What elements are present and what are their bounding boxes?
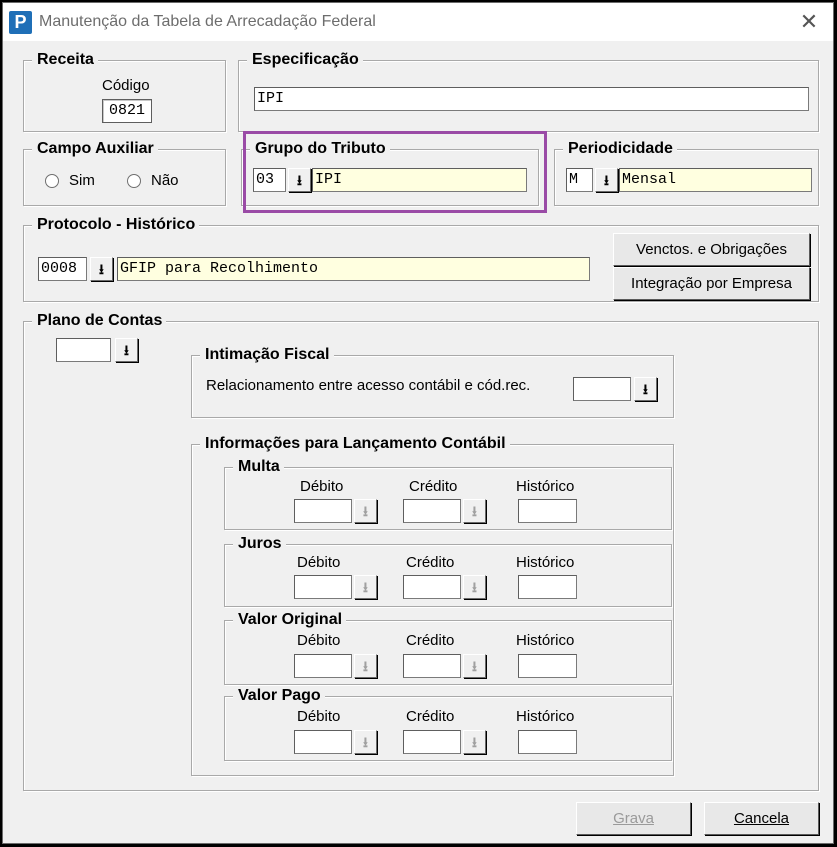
plano-contas-legend: Plano de Contas: [32, 311, 167, 331]
valor-original-credito-field[interactable]: [403, 654, 461, 678]
juros-credito-dropdown-icon[interactable]: ⭳: [463, 575, 486, 599]
periodicidade-legend: Periodicidade: [563, 139, 677, 159]
intimacao-fiscal-group: Intimação Fiscal Relacionamento entre ac…: [191, 345, 674, 418]
periodicidade-dropdown-icon[interactable]: ⭳: [595, 168, 618, 192]
valor-pago-historico-label: Histórico: [516, 708, 575, 725]
valor-original-credito-dropdown-icon[interactable]: ⭳: [463, 654, 486, 678]
especificacao-group: Especificação IPI: [238, 50, 819, 132]
multa-credito-dropdown-icon[interactable]: ⭳: [463, 499, 486, 523]
especificacao-legend: Especificação: [247, 50, 363, 70]
lancamento-group: Informações para Lançamento Contábil Mul…: [191, 434, 674, 776]
valor-pago-historico-field[interactable]: [518, 730, 577, 754]
protocolo-description: GFIP para Recolhimento: [117, 257, 590, 281]
codigo-field[interactable]: 0821: [102, 99, 152, 123]
cancela-label: Cancela: [733, 810, 790, 827]
lancamento-legend: Informações para Lançamento Contábil: [200, 434, 510, 454]
multa-debito-field[interactable]: [294, 499, 352, 523]
valor-pago-credito-dropdown-icon[interactable]: ⭳: [463, 730, 486, 754]
multa-group: Multa Débito ⭳ Crédito ⭳ Histórico: [224, 457, 672, 530]
especificacao-field[interactable]: IPI: [254, 87, 809, 111]
window-title: Manutenção da Tabela de Arrecadação Fede…: [39, 13, 376, 30]
valor-pago-credito-field[interactable]: [403, 730, 461, 754]
intimacao-label: Relacionamento entre acesso contábil e c…: [206, 377, 531, 394]
valor-original-legend: Valor Original: [233, 610, 347, 630]
grava-label: Grava: [613, 810, 654, 827]
protocolo-group: Protocolo - Histórico 0008 ⭳ GFIP para R…: [23, 215, 819, 302]
valor-original-debito-label: Débito: [297, 632, 341, 649]
valor-pago-legend: Valor Pago: [233, 686, 325, 706]
valor-pago-group: Valor Pago Débito ⭳ Crédito ⭳ Histórico: [224, 686, 672, 761]
venctos-obrigacoes-button[interactable]: Venctos. e Obrigações: [613, 233, 810, 266]
juros-debito-label: Débito: [297, 554, 341, 571]
plano-contas-group: Plano de Contas ⭳ Intimação Fiscal Relac…: [23, 311, 819, 791]
multa-legend: Multa: [233, 457, 284, 477]
protocolo-legend: Protocolo - Histórico: [32, 215, 200, 235]
periodicidade-description: Mensal: [619, 168, 812, 192]
intimacao-fiscal-legend: Intimação Fiscal: [200, 345, 334, 365]
valor-original-historico-label: Histórico: [516, 632, 575, 649]
juros-legend: Juros: [233, 534, 286, 554]
juros-historico-field[interactable]: [518, 575, 577, 599]
valor-original-debito-dropdown-icon[interactable]: ⭳: [354, 654, 377, 678]
title-bar: P Manutenção da Tabela de Arrecadação Fe…: [3, 3, 833, 41]
juros-credito-label: Crédito: [406, 554, 455, 571]
juros-debito-dropdown-icon[interactable]: ⭳: [354, 575, 377, 599]
juros-credito-field[interactable]: [403, 575, 461, 599]
intimacao-field[interactable]: [573, 377, 631, 401]
valor-original-credito-label: Crédito: [406, 632, 455, 649]
juros-historico-label: Histórico: [516, 554, 575, 571]
grava-button[interactable]: Grava: [576, 802, 691, 835]
campo-auxiliar-legend: Campo Auxiliar: [32, 139, 158, 159]
valor-pago-debito-label: Débito: [297, 708, 341, 725]
close-icon[interactable]: ✕: [791, 7, 827, 37]
integracao-empresa-button[interactable]: Integração por Empresa: [613, 267, 810, 300]
protocolo-dropdown-icon[interactable]: ⭳: [90, 257, 113, 281]
juros-debito-field[interactable]: [294, 575, 352, 599]
valor-original-debito-field[interactable]: [294, 654, 352, 678]
intimacao-dropdown-icon[interactable]: ⭳: [634, 377, 657, 401]
sim-radio[interactable]: [45, 174, 59, 188]
periodicidade-group: Periodicidade M ⭳ Mensal: [554, 139, 819, 206]
multa-historico-field[interactable]: [518, 499, 577, 523]
multa-historico-label: Histórico: [516, 478, 575, 495]
nao-radio[interactable]: [127, 174, 141, 188]
receita-group: Receita Código 0821: [23, 50, 226, 132]
cancela-button[interactable]: Cancela: [704, 802, 819, 835]
nao-label: Não: [151, 172, 179, 189]
multa-credito-field[interactable]: [403, 499, 461, 523]
protocolo-code-field[interactable]: 0008: [38, 257, 87, 281]
codigo-label: Código: [102, 77, 150, 94]
multa-debito-label: Débito: [300, 478, 344, 495]
valor-pago-debito-field[interactable]: [294, 730, 352, 754]
valor-pago-credito-label: Crédito: [406, 708, 455, 725]
dialog-window: P Manutenção da Tabela de Arrecadação Fe…: [2, 2, 834, 844]
periodicidade-code-field[interactable]: M: [566, 168, 593, 192]
app-logo-icon: P: [9, 11, 32, 34]
valor-original-historico-field[interactable]: [518, 654, 577, 678]
plano-contas-field[interactable]: [56, 338, 111, 362]
valor-pago-debito-dropdown-icon[interactable]: ⭳: [354, 730, 377, 754]
receita-legend: Receita: [32, 50, 98, 70]
sim-label: Sim: [69, 172, 95, 189]
juros-group: Juros Débito ⭳ Crédito ⭳ Histórico: [224, 534, 672, 607]
valor-original-group: Valor Original Débito ⭳ Crédito ⭳ Histór…: [224, 610, 672, 685]
multa-debito-dropdown-icon[interactable]: ⭳: [354, 499, 377, 523]
highlight-box: [243, 131, 547, 213]
campo-auxiliar-group: Campo Auxiliar Sim Não: [23, 139, 226, 206]
plano-contas-dropdown-icon[interactable]: ⭳: [115, 338, 138, 362]
multa-credito-label: Crédito: [409, 478, 458, 495]
